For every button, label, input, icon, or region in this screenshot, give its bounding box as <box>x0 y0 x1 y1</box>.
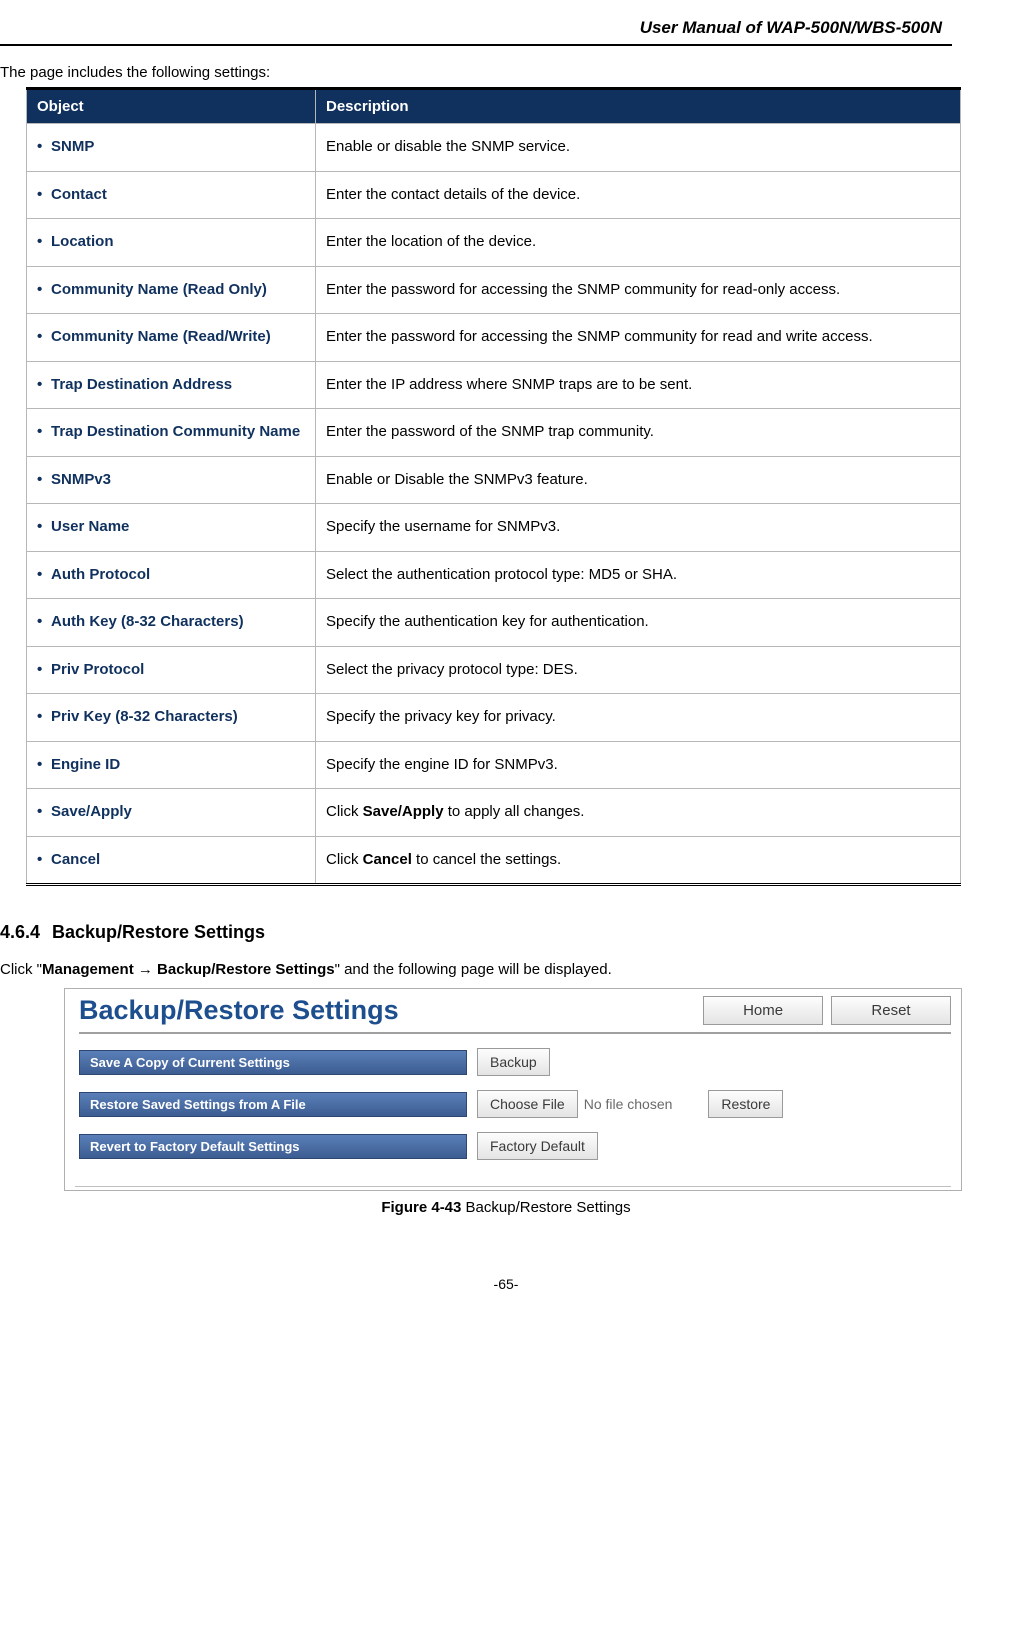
table-row: •Trap Destination Community NameEnter th… <box>27 409 961 457</box>
click-suffix: " and the following page will be display… <box>335 961 612 978</box>
table-row: •Auth ProtocolSelect the authentication … <box>27 551 961 599</box>
description-cell: Enter the password for accessing the SNM… <box>316 266 961 314</box>
object-cell: •Priv Key (8-32 Characters) <box>27 694 316 742</box>
object-cell: •Auth Key (8-32 Characters) <box>27 599 316 647</box>
table-row: •ContactEnter the contact details of the… <box>27 171 961 219</box>
ss-bottom-divider <box>75 1186 951 1187</box>
page-number: -65- <box>0 1276 1012 1292</box>
description-cell: Enable or disable the SNMP service. <box>316 124 961 172</box>
ss-row-restore: Restore Saved Settings from A File Choos… <box>65 1090 961 1118</box>
description-cell: Specify the engine ID for SNMPv3. <box>316 741 961 789</box>
table-row: •CancelClick Cancel to cancel the settin… <box>27 836 961 885</box>
object-cell: •Trap Destination Community Name <box>27 409 316 457</box>
object-cell: •Trap Destination Address <box>27 361 316 409</box>
ss-row-revert: Revert to Factory Default Settings Facto… <box>65 1132 961 1160</box>
object-cell: •Auth Protocol <box>27 551 316 599</box>
description-cell: Enable or Disable the SNMPv3 feature. <box>316 456 961 504</box>
object-cell: •Contact <box>27 171 316 219</box>
description-cell: Specify the privacy key for privacy. <box>316 694 961 742</box>
label-restore: Restore Saved Settings from A File <box>79 1092 467 1117</box>
label-save-copy: Save A Copy of Current Settings <box>79 1050 467 1075</box>
section-number: 4.6.4 <box>0 922 52 943</box>
table-row: •Trap Destination AddressEnter the IP ad… <box>27 361 961 409</box>
description-cell: Enter the location of the device. <box>316 219 961 267</box>
no-file-text: No file chosen <box>584 1096 673 1112</box>
arrow-icon: → <box>138 961 153 978</box>
table-row: •SNMPEnable or disable the SNMP service. <box>27 124 961 172</box>
th-description: Description <box>316 89 961 124</box>
description-cell: Enter the contact details of the device. <box>316 171 961 219</box>
choose-file-button[interactable]: Choose File <box>477 1090 578 1118</box>
description-cell: Select the privacy protocol type: DES. <box>316 646 961 694</box>
description-cell: Enter the password of the SNMP trap comm… <box>316 409 961 457</box>
label-revert: Revert to Factory Default Settings <box>79 1134 467 1159</box>
doc-header-title: User Manual of WAP-500N/WBS-500N <box>0 0 1012 44</box>
th-object: Object <box>27 89 316 124</box>
object-cell: •Location <box>27 219 316 267</box>
section-heading: 4.6.4Backup/Restore Settings <box>0 922 1012 943</box>
object-cell: •Cancel <box>27 836 316 885</box>
table-row: •SNMPv3Enable or Disable the SNMPv3 feat… <box>27 456 961 504</box>
click-prefix: Click " <box>0 961 42 978</box>
ss-header-buttons: Home Reset <box>699 996 951 1025</box>
table-row: •Engine IDSpecify the engine ID for SNMP… <box>27 741 961 789</box>
object-cell: •SNMP <box>27 124 316 172</box>
table-row: •Priv Key (8-32 Characters)Specify the p… <box>27 694 961 742</box>
screenshot-container: Backup/Restore Settings Home Reset Save … <box>64 988 962 1191</box>
table-row: •Community Name (Read Only)Enter the pas… <box>27 266 961 314</box>
ss-divider <box>79 1032 951 1034</box>
ss-row-save-copy: Save A Copy of Current Settings Backup <box>65 1048 961 1076</box>
table-row: •LocationEnter the location of the devic… <box>27 219 961 267</box>
object-cell: •Engine ID <box>27 741 316 789</box>
intro-text: The page includes the following settings… <box>0 64 1012 81</box>
description-cell: Click Save/Apply to apply all changes. <box>316 789 961 837</box>
backup-button[interactable]: Backup <box>477 1048 550 1076</box>
description-cell: Specify the authentication key for authe… <box>316 599 961 647</box>
table-row: •Auth Key (8-32 Characters)Specify the a… <box>27 599 961 647</box>
figure-label: Figure 4-43 <box>381 1199 461 1216</box>
object-cell: •Community Name (Read Only) <box>27 266 316 314</box>
table-row: •Priv ProtocolSelect the privacy protoco… <box>27 646 961 694</box>
figure-caption: Figure 4-43 Backup/Restore Settings <box>0 1199 1012 1216</box>
table-row: •Save/ApplyClick Save/Apply to apply all… <box>27 789 961 837</box>
ss-title: Backup/Restore Settings <box>79 995 399 1026</box>
table-row: •User NameSpecify the username for SNMPv… <box>27 504 961 552</box>
click-bold-backup: Backup/Restore Settings <box>153 961 335 978</box>
section-title: Backup/Restore Settings <box>52 922 265 942</box>
object-cell: •SNMPv3 <box>27 456 316 504</box>
description-cell: Enter the IP address where SNMP traps ar… <box>316 361 961 409</box>
figure-text: Backup/Restore Settings <box>461 1199 630 1216</box>
object-cell: •Priv Protocol <box>27 646 316 694</box>
settings-table: Object Description •SNMPEnable or disabl… <box>26 87 961 886</box>
description-cell: Select the authentication protocol type:… <box>316 551 961 599</box>
reset-button[interactable]: Reset <box>831 996 951 1025</box>
object-cell: •Save/Apply <box>27 789 316 837</box>
description-cell: Click Cancel to cancel the settings. <box>316 836 961 885</box>
click-instruction: Click "Management → Backup/Restore Setti… <box>0 961 1012 978</box>
home-button[interactable]: Home <box>703 996 823 1025</box>
ss-header: Backup/Restore Settings Home Reset <box>65 989 961 1028</box>
header-rule <box>0 44 952 46</box>
click-bold-management: Management <box>42 961 138 978</box>
object-cell: •User Name <box>27 504 316 552</box>
description-cell: Enter the password for accessing the SNM… <box>316 314 961 362</box>
factory-default-button[interactable]: Factory Default <box>477 1132 598 1160</box>
description-cell: Specify the username for SNMPv3. <box>316 504 961 552</box>
restore-button[interactable]: Restore <box>708 1090 783 1118</box>
object-cell: •Community Name (Read/Write) <box>27 314 316 362</box>
table-row: •Community Name (Read/Write)Enter the pa… <box>27 314 961 362</box>
